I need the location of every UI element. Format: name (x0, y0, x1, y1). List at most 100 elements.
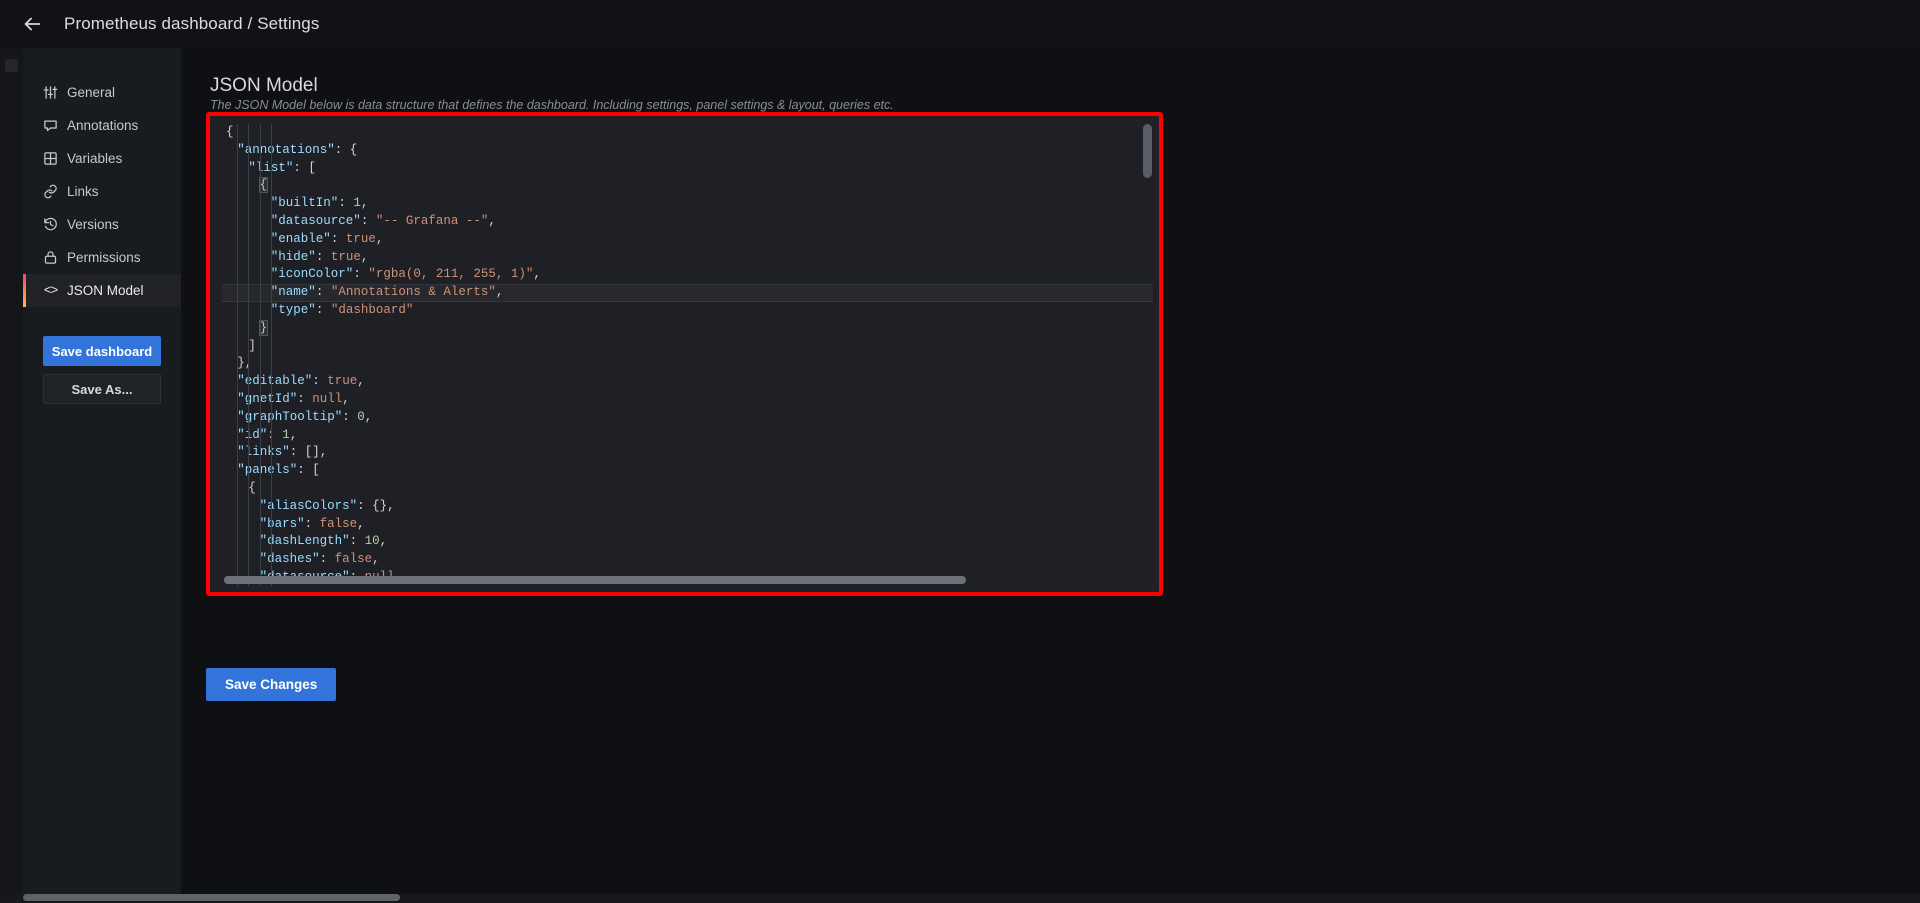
code-token: "dashes" (260, 552, 320, 566)
code-line: "list": [ (222, 160, 1153, 178)
code-token: null (312, 392, 342, 406)
sidebar-item-label: JSON Model (67, 283, 144, 298)
code-token: : (331, 232, 346, 246)
code-token: : (342, 410, 357, 424)
code-token: : (305, 517, 320, 531)
code-token: 0 (357, 410, 365, 424)
code-icon: <> (43, 283, 58, 298)
save-as-button[interactable]: Save As... (43, 374, 161, 404)
code-token: "gnetId" (237, 392, 297, 406)
code-token: , (361, 196, 369, 210)
sidebar-actions: Save dashboard Save As... (23, 307, 181, 404)
code-token: "panels" (237, 463, 297, 477)
sidebar-item-links[interactable]: Links (23, 175, 181, 208)
code-token: { (260, 178, 268, 192)
sidebar-item-general[interactable]: General (23, 76, 181, 109)
code-token: , (357, 517, 365, 531)
sidebar-item-label: Annotations (67, 118, 138, 133)
sidebar-item-annotations[interactable]: Annotations (23, 109, 181, 142)
code-token: : (297, 392, 312, 406)
code-token: "-- Grafana --" (376, 214, 489, 228)
page-breadcrumb-title: Prometheus dashboard / Settings (64, 14, 319, 34)
code-line: { (222, 177, 1153, 195)
code-token: "bars" (260, 517, 305, 531)
code-token: , (361, 250, 369, 264)
code-line: "name": "Annotations & Alerts", (222, 284, 1153, 302)
code-line: "id": 1, (222, 427, 1153, 445)
indent-guide (260, 124, 261, 586)
code-line: ] (222, 338, 1153, 356)
code-line: "builtIn": 1, (222, 195, 1153, 213)
code-token: { (226, 125, 234, 139)
code-token: : (350, 534, 365, 548)
sidebar-item-versions[interactable]: Versions (23, 208, 181, 241)
page-horizontal-scrollbar[interactable] (23, 894, 400, 901)
code-token: false (335, 552, 373, 566)
code-token: "iconColor" (271, 267, 354, 281)
comment-icon (43, 118, 58, 133)
code-token: , (533, 267, 541, 281)
code-token: "aliasColors" (260, 499, 358, 513)
code-token: : (316, 285, 331, 299)
code-token: } (260, 321, 268, 335)
code-line: }, (222, 355, 1153, 373)
code-token: : (320, 552, 335, 566)
code-token: : {}, (357, 499, 395, 513)
save-changes-button[interactable]: Save Changes (206, 668, 336, 701)
code-token: , (496, 285, 504, 299)
main-content: JSON Model The JSON Model below is data … (181, 48, 1920, 903)
code-token: "id" (237, 428, 267, 442)
sidebar-item-json-model[interactable]: <> JSON Model (23, 274, 181, 307)
back-button[interactable] (18, 10, 46, 38)
code-line: "dashLength": 10, (222, 533, 1153, 551)
json-model-header: JSON Model The JSON Model below is data … (181, 48, 1920, 112)
code-token: : [ (297, 463, 320, 477)
page-title: JSON Model (210, 75, 1920, 97)
code-line: "aliasColors": {}, (222, 498, 1153, 516)
code-line: } (222, 320, 1153, 338)
code-line: "links": [], (222, 444, 1153, 462)
arrow-left-icon (21, 13, 43, 35)
editor-vertical-scrollbar[interactable] (1143, 124, 1152, 178)
code-token: : (361, 214, 376, 228)
code-token: "builtIn" (271, 196, 339, 210)
sidebar-item-label: Permissions (67, 250, 141, 265)
code-token: "enable" (271, 232, 331, 246)
code-token: true (327, 374, 357, 388)
code-token: : (316, 303, 331, 317)
code-line: "enable": true, (222, 231, 1153, 249)
code-line: "dashes": false, (222, 551, 1153, 569)
indent-guide (271, 124, 272, 586)
code-token: "links" (237, 445, 290, 459)
code-token: "dashLength" (260, 534, 350, 548)
code-token: "rgba(0, 211, 255, 1)" (368, 267, 533, 281)
code-token: : { (335, 143, 358, 157)
sidebar-item-permissions[interactable]: Permissions (23, 241, 181, 274)
history-icon (43, 217, 58, 232)
code-token: , (342, 392, 350, 406)
code-token: "hide" (271, 250, 316, 264)
code-token: , (290, 428, 298, 442)
rail-toggle-chip[interactable] (5, 59, 18, 72)
code-line: "type": "dashboard" (222, 302, 1153, 320)
code-line: "hide": true, (222, 249, 1153, 267)
editor-horizontal-scrollbar[interactable] (224, 576, 966, 584)
json-code-content[interactable]: {"annotations": {"list": [{"builtIn": 1,… (222, 124, 1153, 586)
code-token: }, (237, 356, 252, 370)
left-nav-rail (0, 48, 23, 903)
code-line: { (222, 124, 1153, 142)
sidebar-item-label: General (67, 85, 115, 100)
save-dashboard-button[interactable]: Save dashboard (43, 336, 161, 366)
json-editor-annotation-box: {"annotations": {"list": [{"builtIn": 1,… (206, 112, 1163, 596)
code-token: : (267, 428, 282, 442)
json-editor[interactable]: {"annotations": {"list": [{"builtIn": 1,… (216, 122, 1153, 586)
code-token: 1 (353, 196, 361, 210)
settings-page: Prometheus dashboard / Settings General (0, 0, 1920, 903)
code-line: "datasource": "-- Grafana --", (222, 213, 1153, 231)
code-token: { (248, 481, 256, 495)
code-token: : (338, 196, 353, 210)
top-bar: Prometheus dashboard / Settings (0, 0, 1920, 48)
code-token: false (320, 517, 358, 531)
sidebar-item-variables[interactable]: Variables (23, 142, 181, 175)
code-token: 1 (282, 428, 290, 442)
